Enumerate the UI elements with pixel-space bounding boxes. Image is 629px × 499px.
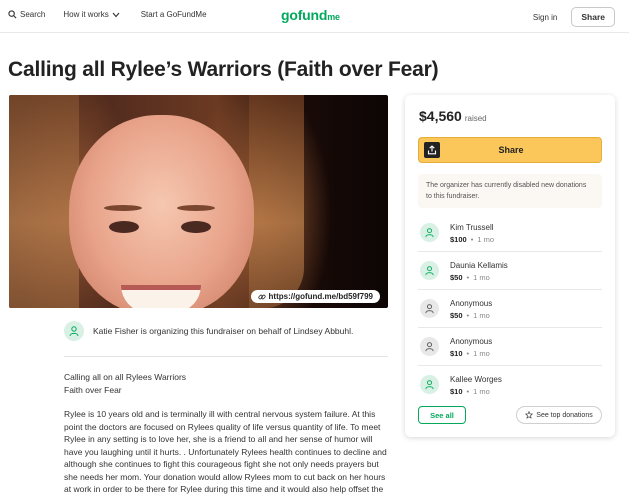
campaign-title: Calling all Rylee’s Warriors (Faith over… bbox=[8, 58, 439, 81]
photo-brow-left bbox=[104, 205, 142, 211]
donation-amount: $100 bbox=[450, 235, 467, 244]
donor-name: Anonymous bbox=[450, 299, 493, 308]
photo-smile bbox=[121, 285, 201, 308]
user-heart-icon bbox=[69, 326, 79, 337]
organizer-row: Katie Fisher is organizing this fundrais… bbox=[64, 321, 353, 341]
donor-name: Daunia Kellamis bbox=[450, 261, 508, 270]
donation-meta: $10 • 1 mo bbox=[450, 387, 490, 396]
gofundme-logo[interactable]: gofundme bbox=[281, 7, 340, 23]
user-heart-icon bbox=[425, 228, 434, 238]
donor-avatar bbox=[420, 299, 439, 318]
logo-me-text: me bbox=[327, 12, 340, 22]
start-gofundme-link[interactable]: Start a GoFundMe bbox=[141, 10, 207, 19]
story-heading: Calling all on all Rylees Warriors Faith… bbox=[64, 371, 186, 397]
sidebar-share-label: Share bbox=[498, 145, 524, 155]
nav-right: Sign in Share bbox=[533, 7, 615, 27]
donation-amount: $50 bbox=[450, 273, 463, 282]
donation-time: 1 mo bbox=[473, 387, 490, 396]
organizer-text: Katie Fisher is organizing this fundrais… bbox=[93, 326, 354, 336]
donation-amount: $50 bbox=[450, 311, 463, 320]
short-link-pill[interactable]: https://gofund.me/bd59f799 bbox=[250, 290, 380, 303]
start-gofundme-label: Start a GoFundMe bbox=[140, 10, 207, 19]
donation-item: Daunia Kellamis $50 • 1 mo bbox=[418, 252, 602, 290]
search-label: Search bbox=[20, 10, 46, 19]
donor-name: Anonymous bbox=[450, 337, 493, 346]
photo-eye-left bbox=[109, 221, 139, 233]
photo-eye-right bbox=[181, 221, 211, 233]
campaign-photo: https://gofund.me/bd59f799 bbox=[9, 95, 388, 308]
logo-main-text: gofund bbox=[281, 7, 328, 23]
user-heart-icon bbox=[425, 266, 434, 276]
donation-item: Kim Trussell $100 • 1 mo bbox=[418, 214, 602, 252]
how-it-works-label: How it works bbox=[63, 10, 109, 19]
donation-time: 1 mo bbox=[473, 273, 490, 282]
donation-item: Kallee Worges $10 • 1 mo bbox=[418, 366, 602, 404]
chevron-down-icon bbox=[112, 12, 120, 17]
top-navigation-bar: Search How it works Start a GoFundMe gof… bbox=[0, 0, 629, 33]
donor-avatar bbox=[420, 223, 439, 242]
donor-avatar bbox=[420, 375, 439, 394]
donation-time: 1 mo bbox=[477, 235, 495, 244]
user-heart-icon bbox=[425, 380, 434, 390]
story-heading-line-1: Calling all on all Rylees Warriors bbox=[64, 372, 187, 382]
donation-time: 1 mo bbox=[473, 311, 490, 320]
story-heading-line-2: Faith over Fear bbox=[64, 385, 122, 395]
photo-face bbox=[69, 115, 254, 308]
donation-amount: $10 bbox=[450, 349, 463, 358]
donation-amount: $10 bbox=[450, 387, 463, 396]
donor-avatar bbox=[420, 337, 439, 356]
donation-meta: $50 • 1 mo bbox=[450, 311, 490, 320]
donations-disabled-notice: The organizer has currently disabled new… bbox=[418, 174, 602, 208]
amount-raised: $4,560 raised bbox=[419, 108, 487, 124]
search-icon bbox=[8, 10, 17, 19]
share-arrow-icon bbox=[424, 142, 440, 158]
donor-name: Kim Trussell bbox=[450, 223, 494, 232]
donor-name: Kallee Worges bbox=[450, 375, 502, 384]
photo-hair-right bbox=[249, 95, 304, 308]
amount-value: $4,560 bbox=[419, 108, 462, 124]
donation-item: Anonymous $50 • 1 mo bbox=[418, 290, 602, 328]
sign-in-link[interactable]: Sign in bbox=[533, 13, 557, 22]
header-share-button[interactable]: Share bbox=[571, 7, 615, 27]
see-top-donations-button[interactable]: See top donations bbox=[516, 406, 602, 424]
donation-meta: $10 • 1 mo bbox=[450, 349, 490, 358]
search-link[interactable]: Search bbox=[8, 10, 45, 19]
raised-label: raised bbox=[464, 114, 487, 123]
donation-item: Anonymous $10 • 1 mo bbox=[418, 328, 602, 366]
sidebar-share-button[interactable]: Share bbox=[418, 137, 602, 163]
short-link-text: https://gofund.me/bd59f799 bbox=[268, 292, 373, 301]
user-heart-icon bbox=[425, 304, 434, 314]
see-all-button[interactable]: See all bbox=[418, 406, 466, 424]
donation-time: 1 mo bbox=[473, 349, 490, 358]
link-icon bbox=[257, 294, 266, 299]
donation-sidebar: $4,560 raised Share The organizer has cur… bbox=[405, 95, 615, 437]
donation-list: Kim Trussell $100 • 1 mo Daunia Kellamis $… bbox=[418, 214, 602, 404]
organizer-avatar bbox=[64, 321, 84, 341]
nav-left: Search How it works Start a GoFundMe bbox=[8, 10, 225, 19]
donation-meta: $50 • 1 mo bbox=[450, 273, 490, 282]
star-icon bbox=[525, 411, 534, 419]
photo-brow-right bbox=[177, 205, 215, 211]
section-divider bbox=[64, 356, 388, 357]
how-it-works-dropdown[interactable]: How it works bbox=[63, 10, 122, 19]
user-heart-icon bbox=[425, 342, 434, 352]
donation-meta: $100 • 1 mo bbox=[450, 235, 495, 244]
see-top-donations-label: See top donations bbox=[536, 411, 593, 419]
story-body: Rylee is 10 years old and is terminally … bbox=[64, 409, 387, 494]
donor-avatar bbox=[420, 261, 439, 280]
